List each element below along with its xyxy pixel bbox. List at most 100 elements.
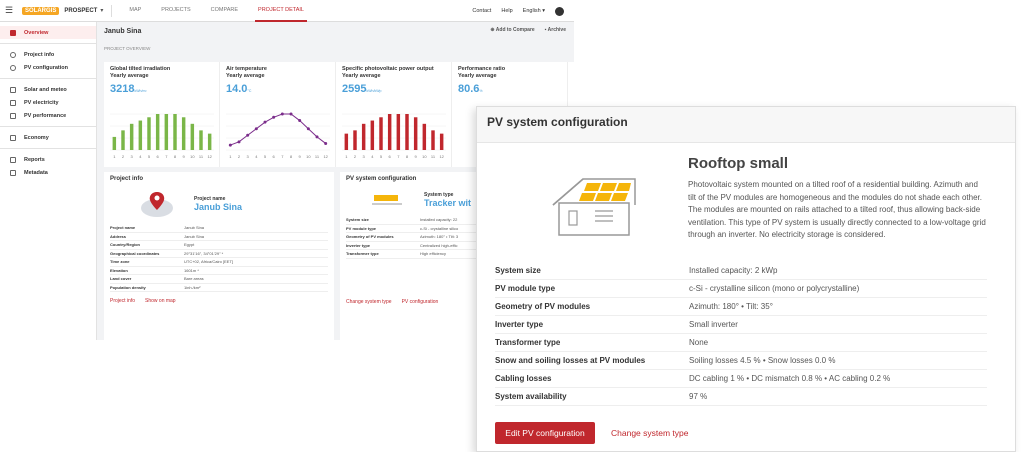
help-link[interactable]: Help bbox=[501, 8, 512, 14]
sidebar-item-label: Economy bbox=[24, 134, 49, 141]
tab-compare[interactable]: COMPARE bbox=[208, 0, 241, 22]
table-row: Country/Region Egypt bbox=[110, 241, 328, 250]
card-irradiation[interactable]: Global tilted irradiation Yearly average… bbox=[104, 62, 220, 167]
tick-label: 2 bbox=[238, 154, 241, 159]
bar bbox=[112, 136, 117, 150]
data-point bbox=[280, 112, 284, 116]
bar bbox=[129, 123, 134, 150]
card-pv-output[interactable]: Specific photovoltaic power output Yearl… bbox=[336, 62, 452, 167]
chart-icon bbox=[10, 86, 16, 93]
sidebar-item-metadata[interactable]: Metadata bbox=[0, 166, 96, 179]
user-icon[interactable] bbox=[555, 6, 564, 16]
card-title: Air temperature bbox=[226, 66, 267, 72]
language-selector[interactable]: English ▾ bbox=[523, 8, 545, 14]
sidebar-item-label: Metadata bbox=[24, 169, 48, 176]
tick-label: 5 bbox=[148, 154, 151, 159]
row-value: c-Si - crystalline silicon (mono or poly… bbox=[689, 284, 860, 293]
system-description: Photovoltaic system mounted on a tilted … bbox=[688, 180, 986, 239]
pv-configuration-link[interactable]: PV configuration bbox=[402, 299, 439, 305]
tick-label: 10 bbox=[306, 154, 311, 159]
project-name: Janub Sina bbox=[194, 202, 243, 212]
card-subtitle: Yearly average bbox=[226, 73, 265, 79]
tick-label: 8 bbox=[290, 154, 293, 159]
table-row: Project name Janub Sina bbox=[110, 224, 328, 233]
bar bbox=[121, 130, 125, 150]
bar bbox=[439, 133, 444, 150]
card-air-temperature[interactable]: Air temperature Yearly average 14.0°C 12… bbox=[220, 62, 336, 167]
row-value: 29°31'16", 34°01'29" * bbox=[184, 250, 224, 256]
sidebar-item-solar-meteo[interactable]: Solar and meteo bbox=[0, 83, 96, 96]
table-row: Geometry of PV modules Azimuth: 180° • Ti… bbox=[495, 298, 987, 316]
sidebar-item-project-info[interactable]: Project info bbox=[0, 48, 96, 61]
archive-label: Archive bbox=[547, 27, 566, 33]
sidebar-item-label: Project info bbox=[24, 51, 55, 58]
tick-label: 4 bbox=[139, 154, 142, 159]
add-to-compare-label: Add to Compare bbox=[495, 27, 535, 33]
table-row: Geographical coordinates 29°31'16", 34°01… bbox=[110, 250, 328, 258]
table-row: Inverter type Small inverter bbox=[495, 316, 987, 334]
table-row: Time zone UTC+02, Africa/Cairo [EET] bbox=[110, 258, 328, 267]
chevron-down-icon[interactable]: ▾ bbox=[100, 7, 103, 14]
row-key: Geometry of PV modules bbox=[346, 234, 394, 240]
row-value: 1inh./km² bbox=[184, 284, 201, 290]
tab-project-detail[interactable]: PROJECT DETAIL bbox=[255, 0, 307, 22]
card-unit: °C bbox=[247, 89, 252, 93]
bar bbox=[190, 123, 195, 150]
change-system-type-link[interactable]: Change system type bbox=[611, 428, 688, 438]
archive-button[interactable]: ▪ Archive bbox=[545, 27, 566, 33]
bar bbox=[379, 117, 383, 150]
row-key: PV module type bbox=[346, 225, 377, 231]
card-subtitle: Yearly average bbox=[110, 73, 149, 79]
tick-label: 11 bbox=[199, 154, 204, 159]
tab-map[interactable]: MAP bbox=[126, 0, 144, 22]
language-label: English bbox=[522, 8, 541, 14]
sidebar-item-pv-electricity[interactable]: PV electricity bbox=[0, 96, 96, 109]
row-key: Transformer type bbox=[495, 338, 561, 347]
tick-label: 4 bbox=[371, 154, 374, 159]
sidebar-item-overview[interactable]: Overview bbox=[0, 26, 96, 39]
tick-label: 2 bbox=[122, 154, 125, 159]
sidebar-item-economy[interactable]: Economy bbox=[0, 131, 96, 144]
tick-label: 12 bbox=[207, 154, 212, 159]
data-point bbox=[272, 115, 276, 119]
edit-pv-configuration-button[interactable]: Edit PV configuration bbox=[495, 422, 595, 444]
card-title: Performance ratio bbox=[458, 66, 506, 72]
row-value: 97 % bbox=[689, 392, 708, 401]
menu-icon[interactable]: ☰ bbox=[0, 5, 18, 16]
sidebar-item-pv-performance[interactable]: PV performance bbox=[0, 109, 96, 122]
row-key: System size bbox=[346, 217, 369, 223]
contact-link[interactable]: Contact bbox=[472, 8, 491, 14]
bar bbox=[344, 133, 349, 150]
card-value: 80.6 bbox=[458, 83, 480, 95]
sidebar-item-label: PV electricity bbox=[24, 99, 59, 106]
bar bbox=[138, 120, 143, 150]
card-unit: kWh/m² bbox=[134, 89, 147, 93]
sidebar-item-label: PV configuration bbox=[24, 64, 68, 71]
row-key: Time zone bbox=[110, 259, 130, 265]
compass-icon bbox=[10, 51, 16, 58]
overview-icon bbox=[10, 29, 16, 36]
project-info-link[interactable]: Project info bbox=[110, 298, 135, 304]
table-row: Address Janub Sina bbox=[110, 233, 328, 241]
card-unit: % bbox=[479, 89, 483, 93]
tick-label: 7 bbox=[397, 154, 400, 159]
mini-chart: 1 2 3 4 5 6 7 8 9 10 11 12 bbox=[110, 113, 214, 159]
row-value: Installed capacity: 2 kWp bbox=[689, 266, 778, 275]
add-to-compare-button[interactable]: ⊕ Add to Compare bbox=[490, 27, 534, 33]
row-value: Soiling losses 4.5 % • Snow losses 0.0 % bbox=[689, 356, 836, 365]
tick-label: 11 bbox=[431, 154, 436, 159]
tick-label: 9 bbox=[183, 154, 186, 159]
mini-chart: 1 2 3 4 5 6 7 8 9 10 11 12 bbox=[342, 113, 446, 159]
show-on-map-link[interactable]: Show on map bbox=[145, 298, 176, 304]
tick-label: 12 bbox=[323, 154, 328, 159]
row-key: System size bbox=[495, 266, 541, 275]
tick-label: 10 bbox=[422, 154, 427, 159]
change-system-type-link[interactable]: Change system type bbox=[346, 299, 392, 305]
workspace-selector[interactable]: PROSPECT bbox=[64, 8, 97, 14]
tab-projects[interactable]: PROJECTS bbox=[158, 0, 193, 22]
row-key: Transformer type bbox=[346, 251, 379, 257]
sidebar-item-reports[interactable]: Reports bbox=[0, 153, 96, 166]
tick-label: 4 bbox=[255, 154, 258, 159]
tick-label: 3 bbox=[247, 154, 250, 159]
sidebar-item-pv-configuration[interactable]: PV configuration bbox=[0, 61, 96, 74]
